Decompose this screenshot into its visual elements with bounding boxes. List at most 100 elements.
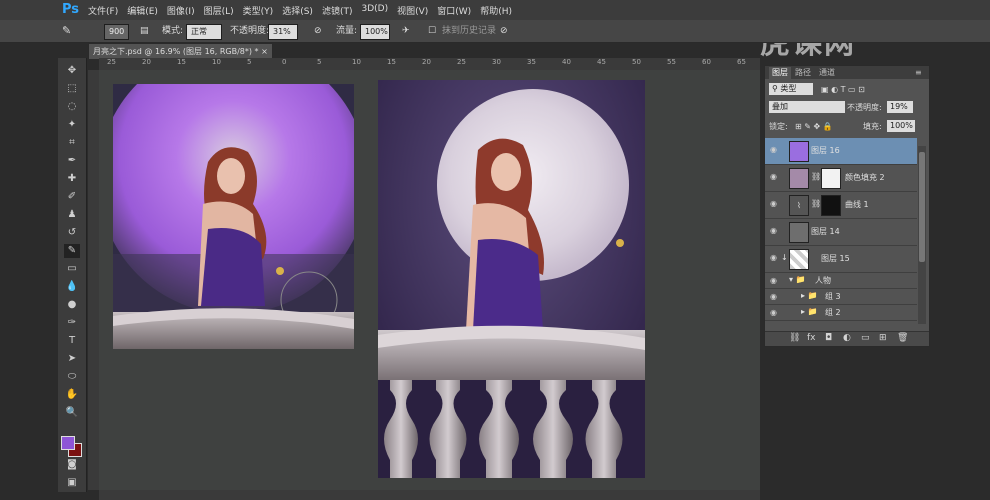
lasso-tool-icon[interactable]: ◌ xyxy=(64,100,80,114)
layer-row[interactable]: ◉ 图层 14 xyxy=(765,219,917,246)
tab-channels[interactable]: 通道 xyxy=(819,67,835,79)
quick-mask-icon[interactable]: ◙ xyxy=(64,458,80,472)
brush-panel-icon[interactable]: ▤ xyxy=(140,24,149,38)
layers-footer: ⛓ fx ◘ ◐ ▭ ⊞ 🗑 xyxy=(765,331,929,346)
flow-input[interactable]: 100% xyxy=(360,24,390,40)
ruler-tick: 30 xyxy=(492,58,501,66)
close-icon[interactable]: × xyxy=(261,47,268,56)
dodge-tool-icon[interactable]: ● xyxy=(64,298,80,312)
status-bar xyxy=(99,490,760,500)
brush-tool-icon[interactable]: ✐ xyxy=(64,190,80,204)
adjustment-layer-icon[interactable]: ◐ xyxy=(843,333,851,343)
fill-input[interactable]: 100% xyxy=(887,120,915,132)
fx-icon[interactable]: fx xyxy=(807,333,816,343)
lock-icons[interactable]: ⊞ ✎ ✥ 🔒 xyxy=(795,120,833,133)
layer-opacity-input[interactable]: 19% xyxy=(887,101,913,113)
quick-select-tool-icon[interactable]: ✦ xyxy=(64,118,80,132)
layer-row[interactable]: ◉ 图层 16 xyxy=(765,138,917,165)
link-icon: ⛓ xyxy=(811,199,822,208)
menu-view[interactable]: 视图(V) xyxy=(397,4,428,17)
visibility-eye-icon[interactable]: ◉ xyxy=(770,146,780,154)
new-group-icon[interactable]: ▭ xyxy=(861,333,870,343)
group-row[interactable]: ◉ ▾ 📁 人物 xyxy=(765,273,917,289)
mode-select[interactable]: 正常 xyxy=(186,24,222,40)
type-tool-icon[interactable]: T xyxy=(64,334,80,348)
working-image[interactable] xyxy=(113,84,354,349)
visibility-eye-icon[interactable]: ◉ xyxy=(770,200,780,208)
visibility-eye-icon[interactable]: ◉ xyxy=(770,227,780,235)
add-mask-icon[interactable]: ◘ xyxy=(825,333,832,343)
pressure-size-icon[interactable]: ⊘ xyxy=(500,24,508,38)
layers-scrollbar[interactable] xyxy=(918,146,926,324)
mask-thumbnail xyxy=(821,168,841,189)
group-name: 组 3 xyxy=(825,292,841,301)
eraser-tool-icon[interactable]: ✎ xyxy=(64,244,80,258)
group-name: 组 2 xyxy=(825,308,841,317)
menu-3d[interactable]: 3D(D) xyxy=(361,4,388,17)
visibility-eye-icon[interactable]: ◉ xyxy=(770,277,780,285)
erase-history-checkbox[interactable]: ☐ xyxy=(428,24,436,38)
marquee-tool-icon[interactable]: ⬚ xyxy=(64,82,80,96)
menu-layer[interactable]: 图层(L) xyxy=(204,4,234,17)
visibility-eye-icon[interactable]: ◉ xyxy=(770,309,780,317)
crop-tool-icon[interactable]: ⌗ xyxy=(64,136,80,150)
screen-mode-icon[interactable]: ▣ xyxy=(64,476,80,490)
foreground-color-swatch[interactable] xyxy=(61,436,75,450)
panel-menu-icon[interactable]: ≡ xyxy=(915,67,922,79)
menu-file[interactable]: 文件(F) xyxy=(88,4,118,17)
menu-image[interactable]: 图像(I) xyxy=(167,4,195,17)
path-select-tool-icon[interactable]: ➤ xyxy=(64,352,80,366)
opacity-input[interactable]: 31% xyxy=(268,24,298,40)
menu-select[interactable]: 选择(S) xyxy=(282,4,313,17)
gradient-tool-icon[interactable]: ▭ xyxy=(64,262,80,276)
panel-tabs: 图层 路径 通道 ≡ xyxy=(765,66,929,79)
menu-filter[interactable]: 滤镜(T) xyxy=(322,4,353,17)
filter-icons[interactable]: ▣ ◐ T ▭ ⊡ xyxy=(821,83,865,96)
layer-filter-select[interactable]: ⚲ 类型 xyxy=(769,83,813,95)
tab-layers[interactable]: 图层 xyxy=(769,67,791,79)
brush-size-picker[interactable]: 900 xyxy=(104,24,130,40)
ruler-tick: 20 xyxy=(422,58,431,66)
layer-row[interactable]: ◉ ⛓ 颜色填充 2 xyxy=(765,165,917,192)
airbrush-icon[interactable]: ✈ xyxy=(402,24,410,38)
collapse-triangle-icon[interactable]: ▸ 📁 xyxy=(801,307,818,316)
pressure-opacity-icon[interactable]: ⊘ xyxy=(314,24,322,38)
document-tab[interactable]: 月亮之下.psd @ 16.9% (图层 16, RGB/8*) * × xyxy=(88,43,273,59)
layer-filter-label: 类型 xyxy=(780,84,797,93)
group-row[interactable]: ◉ ▸ 📁 组 2 xyxy=(765,305,917,321)
new-layer-icon[interactable]: ⊞ xyxy=(879,333,887,343)
ruler-tick: 65 xyxy=(737,58,746,66)
layer-row[interactable]: ◉ ↓ 图层 15 xyxy=(765,246,917,273)
menu-help[interactable]: 帮助(H) xyxy=(480,4,512,17)
healing-tool-icon[interactable]: ✚ xyxy=(64,172,80,186)
menu-type[interactable]: 类型(Y) xyxy=(243,4,274,17)
stamp-tool-icon[interactable]: ♟ xyxy=(64,208,80,222)
visibility-eye-icon[interactable]: ◉ xyxy=(770,173,780,181)
menu-edit[interactable]: 编辑(E) xyxy=(127,4,158,17)
layer-name: 图层 14 xyxy=(811,227,840,236)
reference-image[interactable] xyxy=(378,80,645,478)
link-layers-icon[interactable]: ⛓ xyxy=(789,333,800,343)
delete-layer-icon[interactable]: 🗑 xyxy=(897,333,908,343)
group-row[interactable]: ◉ ▸ 📁 组 3 xyxy=(765,289,917,305)
zoom-tool-icon[interactable]: 🔍 xyxy=(64,406,80,420)
shape-tool-icon[interactable]: ⬭ xyxy=(64,370,80,384)
eyedropper-tool-icon[interactable]: ✒ xyxy=(64,154,80,168)
tab-paths[interactable]: 路径 xyxy=(795,67,811,79)
visibility-eye-icon[interactable]: ◉ xyxy=(770,254,780,262)
expand-triangle-icon[interactable]: ▾ 📁 xyxy=(789,275,806,284)
pen-tool-icon[interactable]: ✑ xyxy=(64,316,80,330)
blend-mode-select[interactable]: 叠加 xyxy=(769,101,845,113)
history-brush-tool-icon[interactable]: ↺ xyxy=(64,226,80,240)
hand-tool-icon[interactable]: ✋ xyxy=(64,388,80,402)
visibility-eye-icon[interactable]: ◉ xyxy=(770,293,780,301)
collapse-triangle-icon[interactable]: ▸ 📁 xyxy=(801,291,818,300)
blur-tool-icon[interactable]: 💧 xyxy=(64,280,80,294)
layer-row[interactable]: ◉ ⌇ ⛓ 曲线 1 xyxy=(765,192,917,219)
eraser-icon[interactable]: ✎ xyxy=(62,24,71,38)
erase-history-label: 抹到历史记录 xyxy=(442,26,497,36)
menu-window[interactable]: 窗口(W) xyxy=(437,4,471,17)
move-tool-icon[interactable]: ✥ xyxy=(64,64,80,78)
curves-adjustment-icon: ⌇ xyxy=(789,195,809,216)
scrollbar-thumb[interactable] xyxy=(919,152,925,262)
